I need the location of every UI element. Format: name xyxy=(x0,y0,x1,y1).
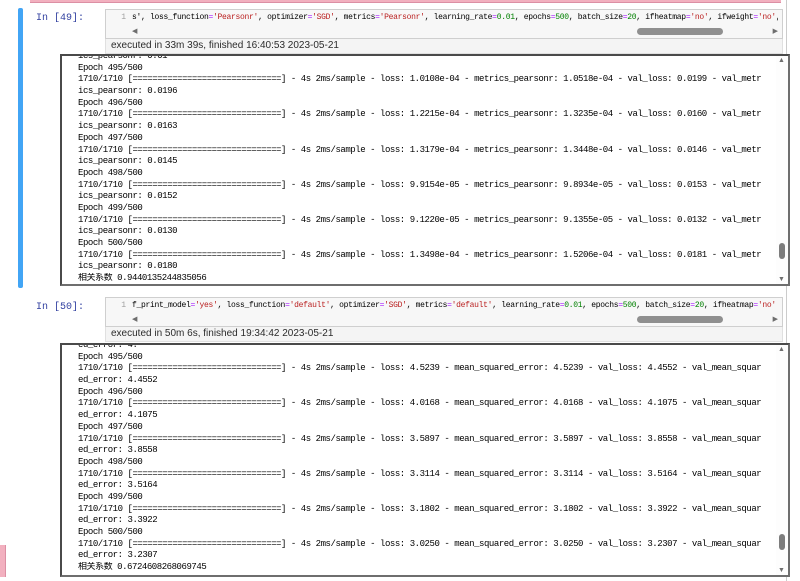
scroll-right-icon[interactable]: ▶ xyxy=(773,27,778,36)
code-line[interactable]: f_print_model='yes', loss_function='defa… xyxy=(132,301,778,313)
scroll-down-icon[interactable]: ▼ xyxy=(778,276,785,283)
scroll-down-icon[interactable]: ▼ xyxy=(778,567,785,574)
code-hscrollbar[interactable]: ◀ ▶ xyxy=(130,26,780,37)
scroll-up-icon[interactable]: ▲ xyxy=(778,57,785,64)
hscrollbar-thumb[interactable] xyxy=(637,28,723,35)
clipped-figure-top xyxy=(30,0,781,3)
vscrollbar-thumb[interactable] xyxy=(779,243,785,259)
line-number: 1 xyxy=(106,298,130,312)
scroll-up-icon[interactable]: ▲ xyxy=(778,346,785,353)
code-hscrollbar[interactable]: ◀ ▶ xyxy=(130,314,780,325)
output-vscrollbar[interactable]: ▲ ▼ xyxy=(776,56,788,284)
selected-cell-indicator xyxy=(18,8,23,288)
output-vscrollbar[interactable]: ▲ ▼ xyxy=(776,345,788,575)
scroll-right-icon[interactable]: ▶ xyxy=(773,315,778,324)
input-prompt: In [50]: xyxy=(36,302,84,313)
code-input-area[interactable]: 1 f_print_model='yes', loss_function='de… xyxy=(105,297,783,327)
output-area[interactable]: ed_error: 4.Epoch 495/5001710/1710 [====… xyxy=(60,343,790,577)
clipped-figure-bottom-left xyxy=(0,545,6,577)
output-text: ics_pearsonr: 0.01Epoch 495/5001710/1710… xyxy=(78,54,775,285)
output-area[interactable]: ics_pearsonr: 0.01Epoch 495/5001710/1710… xyxy=(60,54,790,286)
hscrollbar-thumb[interactable] xyxy=(637,316,723,323)
vscrollbar-thumb[interactable] xyxy=(779,534,785,550)
code-line[interactable]: s', loss_function='Pearsonr', optimizer=… xyxy=(132,13,778,25)
input-prompt: In [49]: xyxy=(36,13,84,24)
execute-time-badge: executed in 33m 39s, finished 16:40:53 2… xyxy=(105,39,783,54)
scroll-left-icon[interactable]: ◀ xyxy=(132,27,137,36)
output-text: ed_error: 4.Epoch 495/5001710/1710 [====… xyxy=(78,343,775,574)
code-input-area[interactable]: 1 s', loss_function='Pearsonr', optimize… xyxy=(105,9,783,39)
execute-time-badge: executed in 50m 6s, finished 19:34:42 20… xyxy=(105,327,783,342)
scroll-left-icon[interactable]: ◀ xyxy=(132,315,137,324)
line-number: 1 xyxy=(106,10,130,24)
